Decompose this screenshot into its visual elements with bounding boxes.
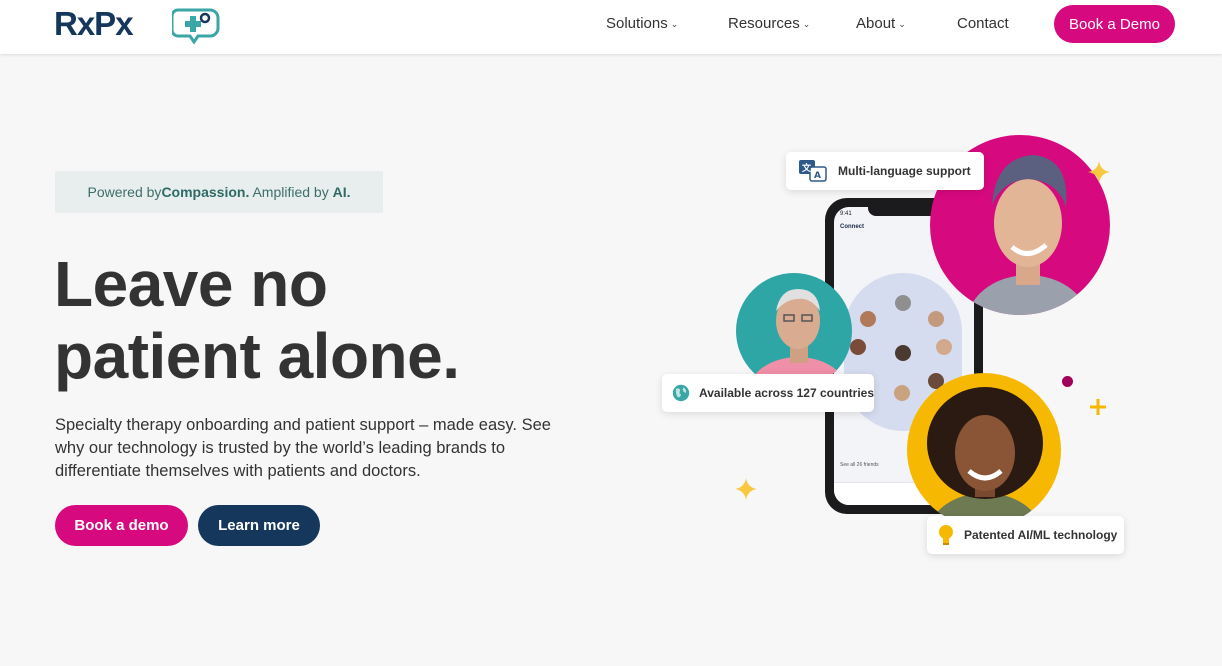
avatar [895,345,911,361]
avatar [894,385,910,401]
person-illustration [748,289,848,389]
avatar [850,339,866,355]
nav-solutions[interactable]: Solutions ⌄ [606,15,678,32]
nav-about[interactable]: About ⌄ [856,15,906,32]
rxpx-logo[interactable]: RxPx [54,6,224,44]
tagline-compassion: Compassion. [161,184,250,200]
chevron-down-icon: ⌄ [802,19,811,29]
logo-chat-plus-icon [172,8,220,44]
headline-line1: Leave no [54,248,328,320]
phone-notch [868,206,940,216]
translate-icon: 文 A [799,160,827,182]
book-demo-header-button[interactable]: Book a Demo [1054,5,1175,43]
multi-language-label: Multi-language support [838,164,971,178]
chevron-down-icon: ⌄ [898,19,906,29]
hero-headline: Leave no patient alone. [54,248,614,392]
sparkle-icon [1088,161,1110,183]
avatar [928,311,944,327]
lightbulb-icon [939,525,953,545]
tagline-part2: Amplified by [249,184,333,200]
nav-about-label: About [856,15,896,32]
phone-title: Connect [840,224,864,230]
countries-label: Available across 127 countries [699,386,874,400]
phone-time: 9:41 [840,211,852,217]
sparkle-icon [735,478,757,500]
ai-ml-label: Patented AI/ML technology [964,528,1118,542]
site-header: RxPx Solutions ⌄ Resources ⌄ About ⌄ Con… [0,0,1222,54]
multi-language-badge: 文 A Multi-language support [786,152,984,190]
person-illustration [927,387,1043,527]
avatar [860,311,876,327]
svg-text:文: 文 [801,162,812,174]
nav-resources[interactable]: Resources ⌄ [728,15,810,32]
globe-icon [672,384,690,402]
tagline-banner: Powered by Compassion. Amplified by AI. [55,171,383,213]
book-demo-button[interactable]: Book a demo [55,505,188,546]
nav-contact-label: Contact [957,15,1009,32]
headline-line2: patient alone. [54,320,460,392]
nav-resources-label: Resources [728,15,800,32]
svg-text:A: A [814,171,821,181]
patient-photo-teal [736,273,852,389]
avatar [895,295,911,311]
nav-solutions-label: Solutions [606,15,668,32]
avatar [936,339,952,355]
phone-see-all: See all 26 friends [840,462,879,468]
chevron-down-icon: ⌄ [670,19,679,29]
tagline-ai: AI. [332,184,351,200]
decor-dot [1062,376,1073,387]
nav-contact[interactable]: Contact [957,15,1009,32]
hero-subtext: Specialty therapy onboarding and patient… [55,416,551,480]
logo-wordmark: RxPx [54,5,134,42]
plus-icon [1090,399,1106,415]
countries-badge: Available across 127 countries [662,374,874,412]
patient-photo-yellow [907,373,1061,527]
tagline-part1: Powered by [87,184,162,200]
ai-ml-badge: Patented AI/ML technology [927,516,1124,554]
learn-more-button[interactable]: Learn more [198,505,320,546]
